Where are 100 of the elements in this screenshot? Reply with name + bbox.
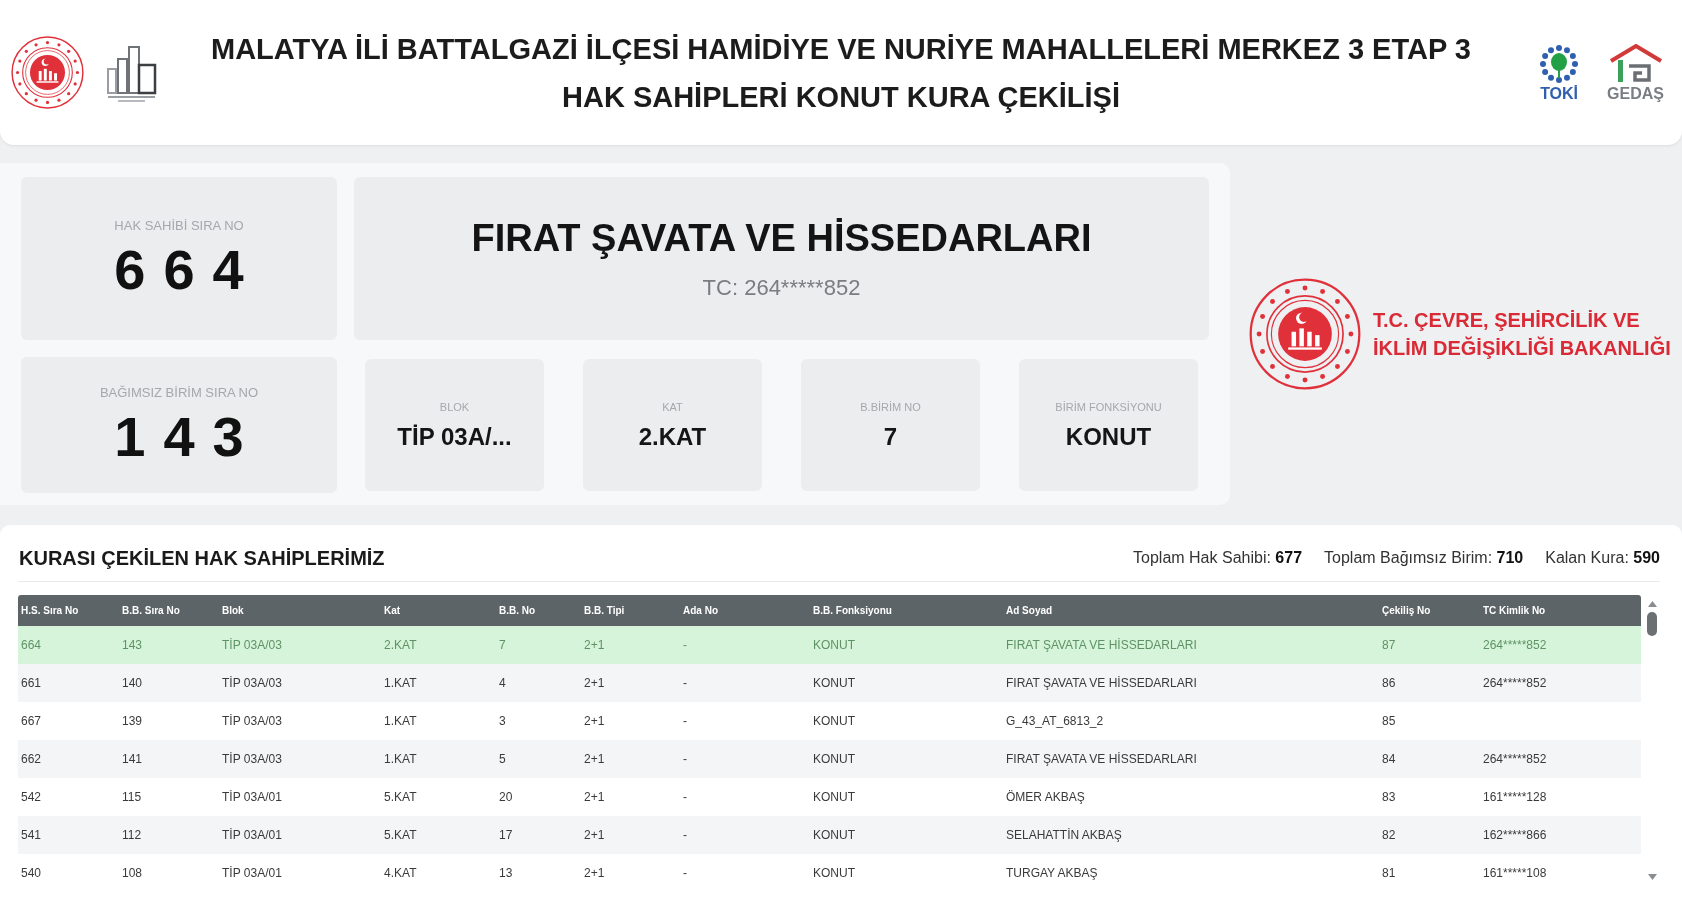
table-cell-text: 143 (122, 637, 143, 654)
ministry-name: T.C. ÇEVRE, ŞEHİRCİLİK VE İKLİM DEĞİŞİKLİĞİ BAKANLIĞI (1373, 308, 1671, 361)
page-title: MALATYA İLİ BATTALGAZİ İLÇESİ HAMİDİYE VE NURİYE MAHALLELERİ MERKEZ 3 ETAP 3 HAK SAHİPLERİ KONUT KURA ÇEKİLİŞİ (210, 31, 1472, 115)
table-cell-text: 162*****866 (1483, 827, 1547, 844)
table-cell-text: - (683, 789, 687, 806)
table-cell-text: - (683, 865, 687, 882)
column-header: Ad Soyad (1006, 604, 1053, 618)
table-cell-text: 7 (499, 637, 506, 654)
column-header: Çekiliş No (1382, 604, 1431, 618)
table-cell-text: 17 (499, 827, 513, 844)
table-cell-text: 115 (122, 789, 142, 806)
dot-ring-logo-icon (1539, 43, 1580, 84)
table-cell-text: 5.KAT (384, 789, 417, 806)
table-cell-text: TİP 03A/03 (222, 751, 282, 768)
table-cell-text: TİP 03A/01 (222, 827, 282, 844)
column-header: Ada No (683, 604, 718, 618)
card-label: BLOK (439, 401, 470, 413)
card-value: KONUT (1065, 424, 1152, 449)
table-cell-text: 161*****108 (1483, 865, 1547, 882)
card-label: B.BİRİM NO (860, 401, 921, 413)
table-cell-text: 82 (1382, 827, 1396, 844)
table-cell-text: 2.KAT (384, 637, 417, 654)
table-cell-text: 86 (1382, 675, 1396, 692)
table-cell-text: KONUT (813, 751, 855, 768)
table-cell-text: 667 (21, 713, 42, 730)
table-cell-text: FIRAT ŞAVATA VE HİSSEDARLARI (1006, 637, 1197, 654)
table-cell-text: 2+1 (584, 713, 605, 730)
card-label: BAĞIMSIZ BİRİM SIRA NO (99, 385, 259, 399)
table-cell-text: 2+1 (584, 675, 605, 692)
table-cell-text: TURGAY AKBAŞ (1006, 865, 1098, 882)
table-row[interactable]: 661 140 TİP 03A/03 1.KAT 4 2+1 - KONUT FIRAT ŞAVATA VE HİSSEDARLARI 86 264*****852 (18, 664, 1641, 702)
table-cell-text: 662 (21, 751, 42, 768)
table-cell-text: G_43_AT_6813_2 (1006, 713, 1104, 730)
table-cell-text: KONUT (813, 865, 855, 882)
table-row[interactable]: 541 112 TİP 03A/01 5.KAT 17 2+1 - KONUT SELAHATTİN AKBAŞ 82 162*****866 (18, 816, 1641, 854)
table-cell-text: 3 (499, 713, 506, 730)
table-cell-text: 140 (122, 675, 143, 692)
table-cell-text: 264*****852 (1483, 637, 1547, 654)
card-label: KAT (662, 401, 683, 413)
table-cell-text: 108 (122, 865, 143, 882)
card-label: BİRİM FONKSİYONU (1055, 401, 1162, 413)
table-cell-text: 84 (1382, 751, 1396, 768)
table-cell-text: 139 (122, 713, 143, 730)
table-cell-text: FIRAT ŞAVATA VE HİSSEDARLARI (1006, 751, 1197, 768)
logo-text: TOKİ (1540, 85, 1579, 102)
table-cell-text: 541 (21, 827, 42, 844)
column-header: B.B. No (499, 604, 536, 618)
table-row[interactable]: 662 141 TİP 03A/03 1.KAT 5 2+1 - KONUT FIRAT ŞAVATA VE HİSSEDARLARI 84 264*****852 (18, 740, 1641, 778)
card-value: TİP 03A/... (397, 424, 512, 449)
table-cell-text: 2+1 (584, 637, 605, 654)
table-cell-text: 264*****852 (1483, 675, 1547, 692)
holder-tc: TC: 264*****852 (702, 276, 861, 299)
table-cell-text: 4.KAT (384, 865, 417, 882)
table-cell-text: 83 (1382, 789, 1396, 806)
table-cell-text: 81 (1382, 865, 1396, 882)
holder-name: FIRAT ŞAVATA VE HİSSEDARLARI (471, 218, 1092, 257)
table-cell-text: 85 (1382, 713, 1396, 730)
scroll-down-icon[interactable] (1647, 874, 1657, 880)
table-cell-text: KONUT (813, 675, 855, 692)
scroll-up-icon[interactable] (1647, 601, 1657, 607)
column-header: H.S. Sıra No (21, 604, 79, 618)
table-cell-text: 5 (499, 751, 506, 768)
table-cell-text: 2+1 (584, 865, 605, 882)
table-cell-text: TİP 03A/03 (222, 637, 282, 654)
card-number: 664 (113, 242, 262, 298)
table-cell-text: 1.KAT (384, 751, 417, 768)
table-cell-text: ÖMER AKBAŞ (1006, 789, 1085, 806)
table-cell-text: KONUT (813, 789, 855, 806)
table-cell-text: FIRAT ŞAVATA VE HİSSEDARLARI (1006, 675, 1197, 692)
scrollbar-thumb[interactable] (1647, 612, 1657, 636)
stat-text: Kalan Kura: 590 (1545, 548, 1660, 568)
card-label: HAK SAHİBİ SIRA NO (114, 219, 244, 232)
column-header: B.B. Fonksiyonu (813, 604, 892, 618)
table-cell-text: 264*****852 (1483, 751, 1547, 768)
table-cell-text: TİP 03A/01 (222, 865, 282, 882)
column-header: Blok (222, 604, 244, 618)
table-cell-text: 5.KAT (384, 827, 417, 844)
table-cell-text: KONUT (813, 827, 855, 844)
table-cell-text: 161*****128 (1483, 789, 1547, 806)
section-title: KURASI ÇEKİLEN HAK SAHİPLERİMİZ (18, 546, 385, 571)
table-cell-text: - (683, 827, 687, 844)
seal-emblem-icon (11, 36, 84, 109)
column-header: B.B. Sıra No (122, 604, 180, 618)
table-cell-text: KONUT (813, 713, 855, 730)
table-cell-text: TİP 03A/01 (222, 789, 282, 806)
table-cell-text: 1.KAT (384, 713, 417, 730)
table-cell-text: - (683, 713, 687, 730)
table-cell-text: SELAHATTİN AKBAŞ (1006, 827, 1122, 844)
column-header: Kat (384, 604, 401, 618)
table-cell-text: 2+1 (584, 827, 605, 844)
table-cell-text: 4 (499, 675, 506, 692)
house-logo-icon (1608, 43, 1663, 84)
stat-text: Toplam Hak Sahibi: 677 (1133, 548, 1303, 568)
table-cell-text: TİP 03A/03 (222, 675, 282, 692)
card-value: 7 (883, 424, 898, 449)
stat-text: Toplam Bağımsız Birim: 710 (1324, 548, 1524, 568)
table-cell-text: 13 (499, 865, 513, 882)
table-cell-text: 661 (21, 675, 42, 692)
card-number: 143 (113, 408, 262, 465)
table-cell-text: 2+1 (584, 789, 605, 806)
